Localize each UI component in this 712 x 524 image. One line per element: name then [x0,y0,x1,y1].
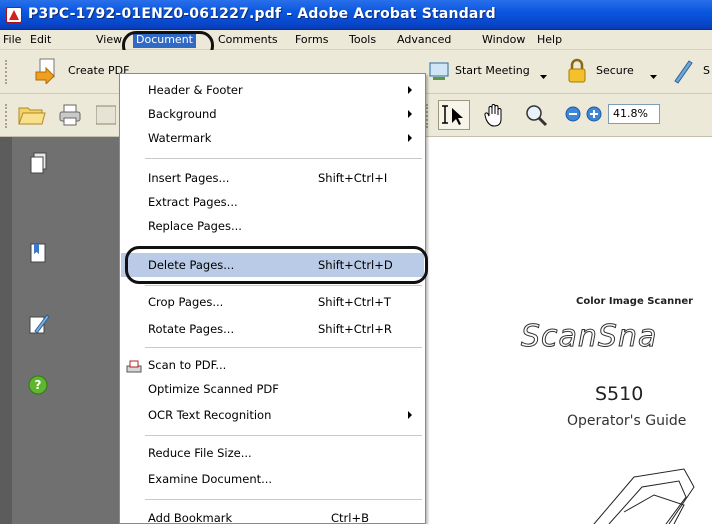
select-text-tool-icon[interactable] [438,100,470,130]
menu-forms[interactable]: Forms [295,32,328,48]
signatures-panel-icon[interactable] [27,311,51,337]
acrobat-pdf-icon [6,7,22,23]
menu-tools[interactable]: Tools [349,32,376,48]
scanner-illustration [574,467,712,524]
menu-view[interactable]: View [96,32,122,48]
menu-item-shortcut: Shift+Ctrl+R [318,322,392,336]
toolbar-grip[interactable] [5,60,8,84]
chevron-down-icon[interactable] [540,69,547,82]
menu-item-label: Background [148,107,217,121]
menu-item-rotate-pages[interactable]: Rotate Pages... Shift+Ctrl+R [121,317,424,341]
menu-item-label: Watermark [148,131,212,145]
menu-help[interactable]: Help [537,32,562,48]
start-meeting-button[interactable]: Start Meeting [455,64,530,77]
menu-comments[interactable]: Comments [218,32,278,48]
menu-item-shortcut: Ctrl+B [331,511,369,524]
menu-separator [145,158,422,159]
doc-model: S510 [595,383,644,405]
menu-item-label: Crop Pages... [148,295,224,309]
menu-item-label: Replace Pages... [148,219,242,233]
menu-item-background[interactable]: Background [121,102,424,126]
secure-button[interactable]: Secure [596,64,634,77]
menu-item-label: Rotate Pages... [148,322,235,336]
menu-separator [145,285,422,286]
scanner-icon [126,358,142,373]
hand-tool-icon[interactable] [482,102,508,128]
start-meeting-icon[interactable] [428,58,452,84]
submenu-arrow-icon [408,134,412,142]
menu-separator [145,499,422,500]
document-menu: Header & Footer Background Watermark Ins… [119,73,426,524]
menu-item-extract-pages[interactable]: Extract Pages... [121,190,424,214]
submenu-arrow-icon [408,86,412,94]
menu-item-header-footer[interactable]: Header & Footer [121,78,424,102]
bookmarks-panel-icon[interactable] [27,241,51,267]
menu-separator [145,435,422,436]
menu-item-label: Header & Footer [148,83,243,97]
svg-text:?: ? [35,378,42,392]
menu-item-crop-pages[interactable]: Crop Pages... Shift+Ctrl+T [121,290,424,314]
menu-file[interactable]: File [3,32,21,48]
menu-item-label: Add Bookmark [148,511,233,524]
menu-item-label: Extract Pages... [148,195,238,209]
menu-edit[interactable]: Edit [30,32,51,48]
window-title: P3PC-1792-01ENZ0-061227.pdf - Adobe Acro… [28,6,496,22]
navigation-pane-edge [0,137,12,524]
menu-item-watermark[interactable]: Watermark [121,126,424,150]
submenu-arrow-icon [408,411,412,419]
menu-item-add-bookmark[interactable]: Add Bookmark Ctrl+B [121,506,424,524]
print-icon[interactable] [58,103,82,127]
toolbar-grip[interactable] [5,104,8,128]
open-folder-icon[interactable] [18,104,46,126]
zoom-in-icon[interactable] [586,106,602,122]
pages-panel-icon[interactable] [27,151,51,177]
title-bar: P3PC-1792-01ENZ0-061227.pdf - Adobe Acro… [0,0,712,30]
menu-item-label: Insert Pages... [148,171,230,185]
menu-advanced[interactable]: Advanced [397,32,451,48]
menu-separator [145,347,422,348]
create-pdf-icon[interactable] [34,58,58,86]
sign-button[interactable]: S [703,64,710,77]
menu-item-shortcut: Shift+Ctrl+I [318,171,388,185]
zoom-out-icon[interactable] [565,106,581,122]
email-icon[interactable] [95,104,117,126]
menu-item-label: Reduce File Size... [148,446,252,460]
menu-item-label: Scan to PDF... [148,358,227,372]
toolbar-grip[interactable] [426,104,429,128]
menu-item-label: Optimize Scanned PDF [148,382,279,396]
zoom-level-field[interactable]: 41.8% [608,104,660,124]
zoom-tool-icon[interactable] [522,102,550,128]
navigation-pane: ? [0,137,119,524]
menu-item-scan-to-pdf[interactable]: Scan to PDF... [121,353,424,377]
submenu-arrow-icon [408,110,412,118]
menu-window[interactable]: Window [482,32,525,48]
menu-bar: File Edit View Document Comments Forms T… [0,30,712,50]
menu-item-label: OCR Text Recognition [148,408,272,422]
lock-icon[interactable] [566,57,588,85]
doc-guide-title: Operator's Guide [567,413,687,429]
doc-logo: ScanSna [520,319,658,355]
menu-item-ocr-text-recognition[interactable]: OCR Text Recognition [121,403,424,427]
doc-subtitle: Color Image Scanner [576,296,694,307]
menu-item-replace-pages[interactable]: Replace Pages... [121,214,424,238]
help-icon[interactable]: ? [27,373,51,399]
menu-item-shortcut: Shift+Ctrl+T [318,295,391,309]
sign-pen-icon[interactable] [671,57,695,85]
menu-item-label: Examine Document... [148,472,273,486]
menu-item-examine-document[interactable]: Examine Document... [121,467,424,491]
menu-item-insert-pages[interactable]: Insert Pages... Shift+Ctrl+I [121,166,424,190]
menu-item-reduce-file-size[interactable]: Reduce File Size... [121,441,424,465]
menu-item-optimize-scanned-pdf[interactable]: Optimize Scanned PDF [121,377,424,401]
highlight-circle-delete-pages [125,246,428,284]
chevron-down-icon[interactable] [650,69,657,82]
